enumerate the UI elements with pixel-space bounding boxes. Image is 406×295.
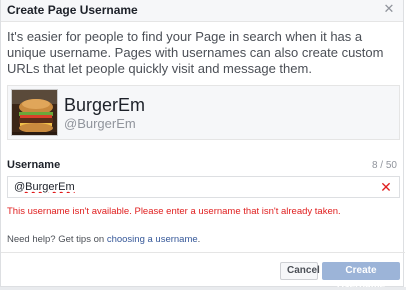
create-username-dialog: Create Page Username ✕ It's easier for p… bbox=[0, 0, 405, 292]
page-name: BurgerEm bbox=[64, 95, 146, 115]
username-field-wrapper: ✕ bbox=[7, 176, 400, 198]
dialog-footer: Cancel Create Username bbox=[1, 252, 405, 292]
dialog-title: Create Page Username bbox=[7, 3, 138, 17]
username-label: Username bbox=[7, 159, 61, 171]
intro-text: It's easier for people to find your Page… bbox=[7, 29, 384, 76]
page-avatar bbox=[11, 89, 58, 136]
page-preview-card: BurgerEm @BurgerEm bbox=[7, 85, 400, 140]
dialog-header: Create Page Username ✕ bbox=[1, 0, 403, 22]
create-username-button[interactable]: Create Username bbox=[322, 262, 400, 292]
username-input[interactable] bbox=[8, 177, 380, 197]
choosing-username-link[interactable]: choosing a username bbox=[107, 234, 198, 245]
close-icon[interactable]: ✕ bbox=[382, 2, 396, 16]
page-handle: @BurgerEm bbox=[64, 116, 136, 131]
clear-x-icon[interactable]: ✕ bbox=[379, 179, 393, 195]
cancel-button[interactable]: Cancel bbox=[280, 262, 320, 280]
help-suffix: . bbox=[197, 234, 201, 245]
help-text: Need help? Get tips on choosing a userna… bbox=[7, 234, 200, 245]
character-count: 8 / 50 bbox=[371, 160, 397, 171]
help-prefix: Need help? Get tips on bbox=[7, 234, 107, 245]
username-error-message: This username isn't available. Please en… bbox=[7, 206, 341, 217]
